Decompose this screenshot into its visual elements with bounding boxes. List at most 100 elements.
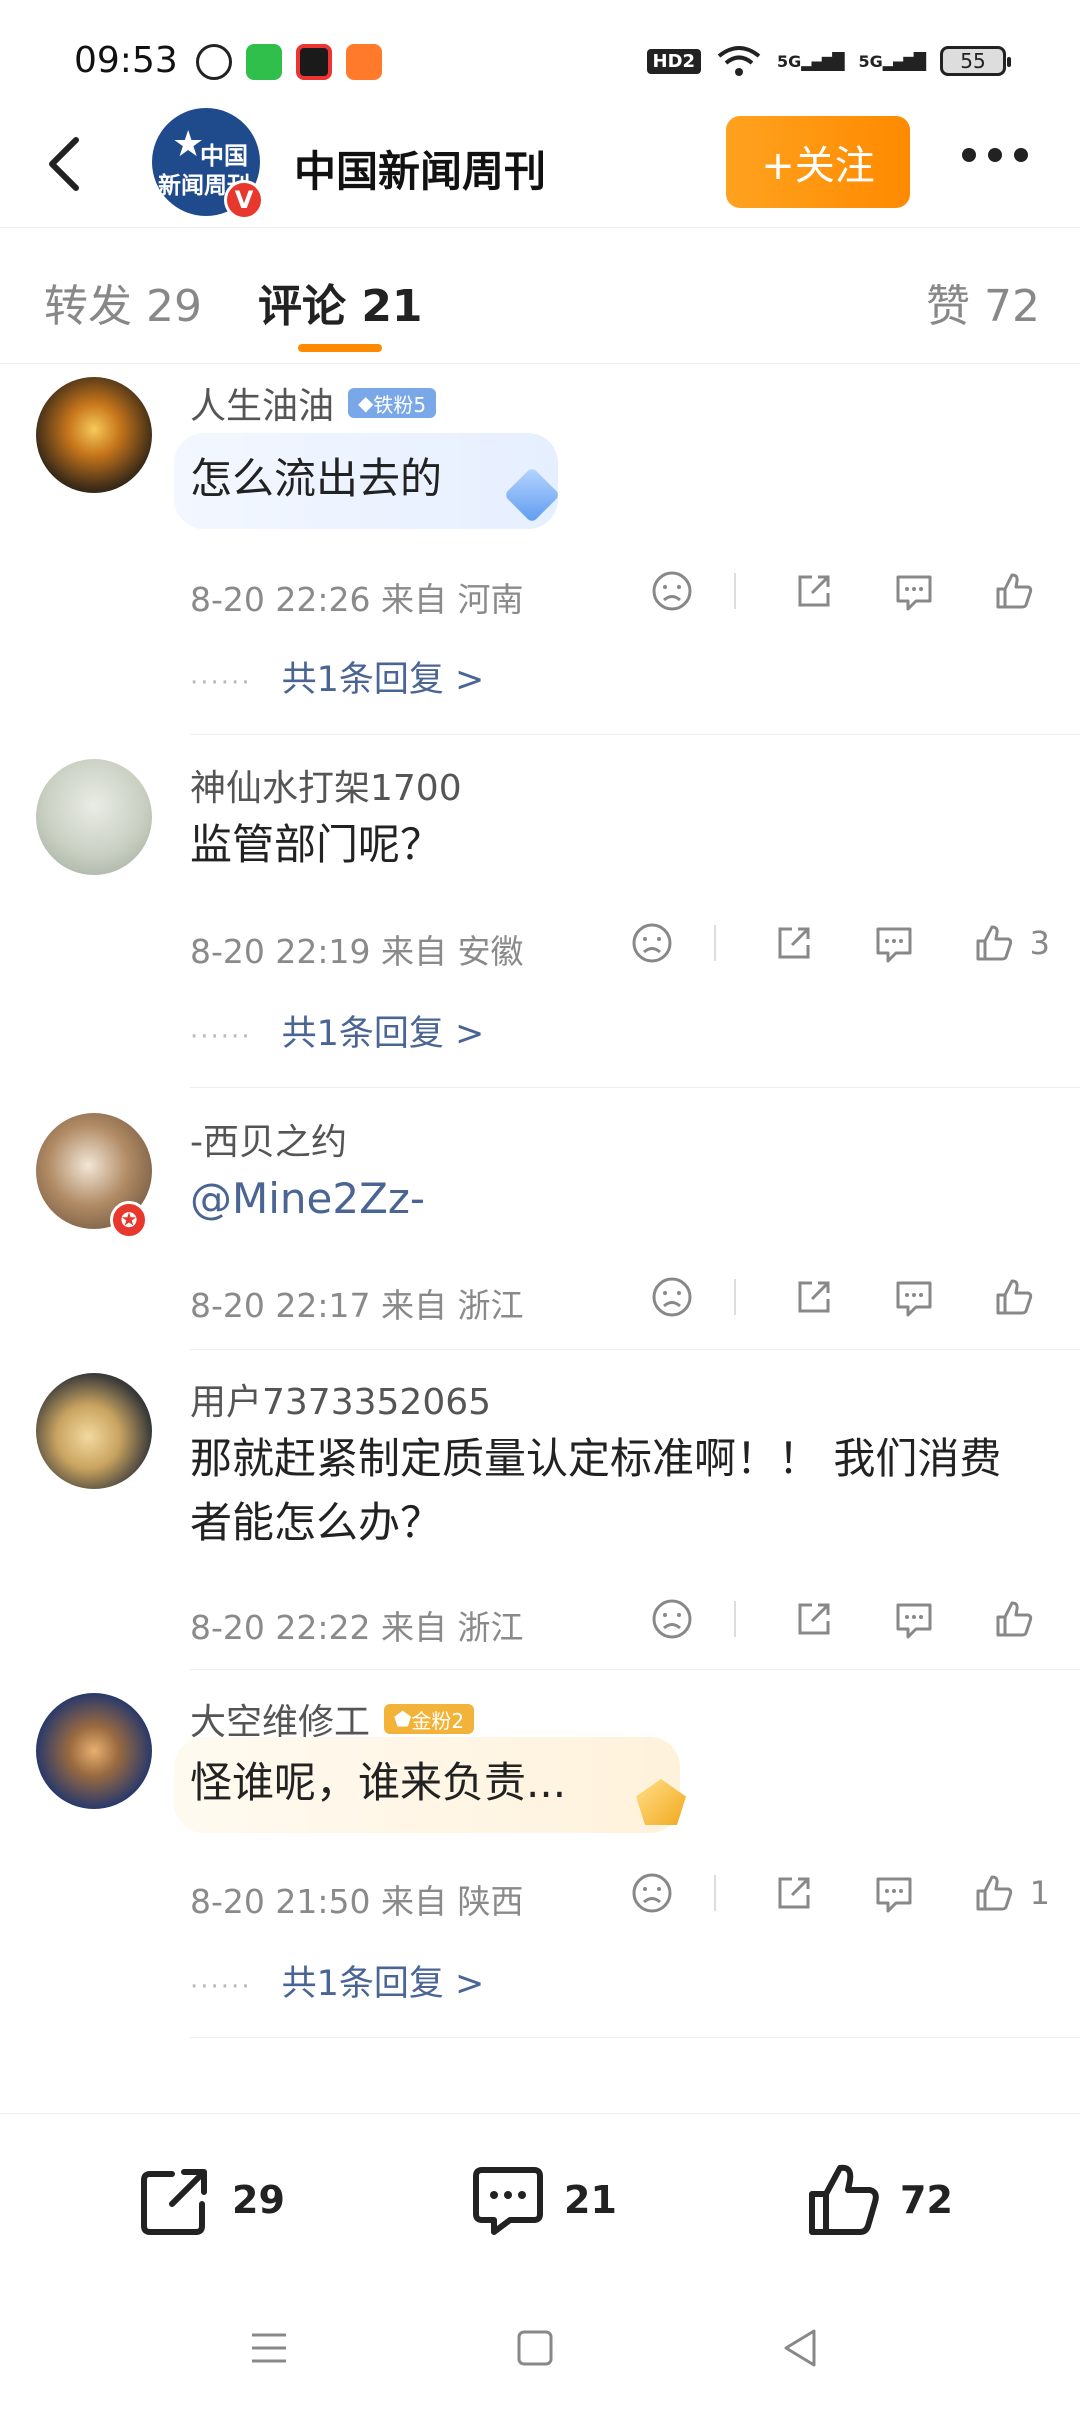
like-icon (809, 2164, 879, 2235)
share-icon (798, 1281, 830, 1313)
tab-comment[interactable]: 评论 21 (258, 270, 423, 334)
divider (713, 1875, 716, 1911)
share-button[interactable] (772, 1871, 816, 1915)
video-app-icon (296, 44, 332, 80)
comment-item: ✪ -西贝之约 @Mine2Zz- 8-20 22:17 来自 浙江 (0, 1089, 1080, 1350)
comment-button[interactable] (892, 1275, 936, 1319)
like-button[interactable]: 72 (804, 2160, 953, 2240)
comment-username[interactable]: 神仙水打架1700 (190, 759, 462, 811)
fan-badge: ◆ 铁粉5 (348, 388, 437, 418)
share-icon (798, 575, 830, 607)
like-button[interactable] (992, 1275, 1050, 1319)
back-nav-icon[interactable] (776, 2323, 826, 2373)
more-icon[interactable] (962, 148, 1028, 162)
comment-text: 怪谁呢，谁来负责... (190, 1758, 567, 1807)
avatar[interactable] (36, 759, 152, 875)
comment-text[interactable]: @Mine2Zz- (190, 1167, 1030, 1231)
comment-button[interactable] (872, 1871, 916, 1915)
system-nav-bar (0, 2283, 1080, 2414)
divider (734, 1601, 736, 1637)
dislike-button[interactable] (650, 569, 694, 613)
share-button[interactable] (772, 921, 816, 965)
verified-badge: V (224, 180, 264, 220)
comment-username[interactable]: 用户7373352065 (190, 1373, 491, 1425)
dislike-button[interactable] (630, 921, 674, 965)
comment-text: 怎么流出去的 (190, 454, 443, 503)
like-button[interactable] (992, 1597, 1050, 1641)
comment-item: 用户7373352065 那就赶紧制定质量认定标准啊！！ 我们消费者能怎么办？ … (0, 1349, 1080, 1670)
comment-actions (594, 1275, 1050, 1319)
like-count: 72 (900, 2178, 953, 2222)
signal-1-icon: 5G▂▄▆█ (777, 51, 844, 71)
hd-icon: HD2 (646, 48, 702, 74)
comment-actions: 1 (574, 1871, 1050, 1915)
comment-item: 人生油油 ◆ 铁粉5 怎么流出去的 8-20 22:26 来自 河南 ·····… (0, 365, 1080, 735)
like-icon (996, 573, 1033, 609)
divider (713, 925, 716, 961)
status-time: 09:53 (74, 40, 178, 81)
shopping-app-icon (246, 44, 282, 80)
comment-meta: 8-20 22:26 来自 河南 (190, 580, 524, 619)
tab-repost[interactable]: 转发 29 (44, 270, 202, 334)
reply-link[interactable]: ······ 共1条回复 > (190, 651, 484, 702)
divider (734, 573, 736, 609)
tab-like[interactable]: 赞 72 (926, 270, 1040, 334)
dislike-icon (652, 571, 692, 611)
comment-actions: 3 (574, 921, 1050, 965)
repost-button[interactable]: 29 (136, 2160, 285, 2240)
comment-meta: 8-20 22:19 来自 安徽 (190, 932, 524, 971)
tab-bar: 转发 29 评论 21 赞 72 (0, 228, 1080, 364)
share-button[interactable] (792, 1275, 836, 1319)
comment-meta: 8-20 22:22 来自 浙江 (190, 1608, 524, 1647)
avatar[interactable] (36, 1373, 152, 1489)
header: ★ 中国 新闻周刊 V 中国新闻周刊 +关注 (0, 100, 1080, 228)
tab-indicator (298, 344, 382, 352)
like-button[interactable]: 1 (972, 1871, 1050, 1915)
home-icon[interactable] (510, 2323, 560, 2373)
comment-count: 21 (564, 2178, 617, 2222)
share-button[interactable] (792, 569, 836, 613)
signal-2-icon: 5G▂▄▆█ (858, 51, 926, 71)
back-button[interactable] (36, 132, 96, 196)
like-button[interactable] (992, 569, 1050, 613)
follow-button[interactable]: +关注 (726, 116, 910, 208)
divider (190, 2037, 1080, 2038)
dislike-button[interactable] (650, 1275, 694, 1319)
divider (734, 1279, 736, 1315)
comment-icon (876, 1877, 912, 1913)
menu-icon[interactable] (244, 2323, 294, 2373)
reply-link[interactable]: ······ 共1条回复 > (190, 1955, 484, 2006)
comment-button[interactable] (892, 569, 936, 613)
account-name[interactable]: 中国新闻周刊 (294, 138, 546, 199)
avatar[interactable] (36, 1693, 152, 1809)
reply-link[interactable]: ······ 共1条回复 > (190, 1005, 484, 1056)
dislike-button[interactable] (650, 1597, 694, 1641)
comment-actions (594, 1597, 1050, 1641)
reader-app-icon (346, 44, 382, 80)
status-app-icons (196, 44, 382, 80)
status-indicators: HD2 5G▂▄▆█ 5G▂▄▆█ 55 (646, 44, 1011, 78)
comment-button[interactable]: 21 (468, 2160, 617, 2240)
repost-count: 29 (232, 2178, 285, 2222)
weibo-icon (196, 44, 232, 80)
comment-username[interactable]: 人生油油 ◆ 铁粉5 (190, 377, 437, 429)
bottom-action-bar: 29 21 72 (0, 2113, 1080, 2283)
share-icon (798, 1603, 830, 1635)
like-button[interactable]: 3 (972, 921, 1050, 965)
like-icon (996, 1601, 1033, 1637)
wifi-icon (717, 46, 761, 76)
dislike-icon (652, 1277, 692, 1317)
fan-badge: ⬟ 金粉2 (384, 1704, 475, 1734)
comment-username[interactable]: -西贝之约 (190, 1113, 347, 1165)
comment-item: 大空维修工 ⬟ 金粉2 怪谁呢，谁来负责... 8-20 21:50 来自 陕西… (0, 1669, 1080, 2069)
battery-icon: 55 (940, 46, 1011, 76)
comment-button[interactable] (872, 921, 916, 965)
avatar[interactable] (36, 377, 152, 493)
share-icon (778, 927, 810, 959)
dislike-button[interactable] (630, 1871, 674, 1915)
share-icon (778, 1877, 810, 1909)
share-button[interactable] (792, 1597, 836, 1641)
comment-icon (896, 1603, 932, 1639)
comment-button[interactable] (892, 1597, 936, 1641)
comment-meta: 8-20 22:17 来自 浙江 (190, 1286, 524, 1325)
